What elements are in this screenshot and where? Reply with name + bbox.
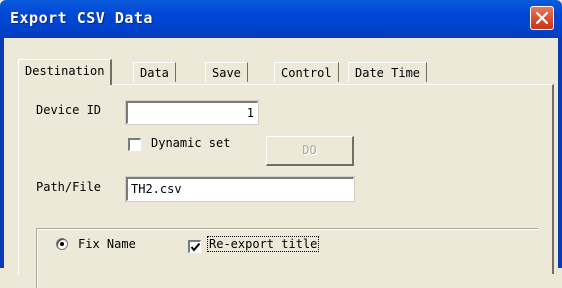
device-id-field[interactable]: 1 <box>125 100 259 125</box>
fix-name-label: Fix Name <box>78 237 136 251</box>
tab-save[interactable]: Save <box>205 62 248 82</box>
checkmark-icon <box>190 242 201 252</box>
window-border-left <box>0 38 4 268</box>
tab-destination[interactable]: Destination <box>18 59 113 85</box>
title-bar: Export CSV Data <box>0 0 562 38</box>
close-icon <box>536 12 548 24</box>
path-file-input[interactable]: TH2.csv <box>125 176 355 202</box>
radio-selected-dot <box>60 242 64 246</box>
dynamic-set-checkbox[interactable] <box>128 138 141 151</box>
do-button[interactable]: DO <box>266 136 354 166</box>
dynamic-set-label: Dynamic set <box>151 136 231 150</box>
device-id-label: Device ID <box>36 103 102 117</box>
reexport-title-label: Re-export title <box>207 236 320 252</box>
path-file-label: Path/File <box>36 180 102 194</box>
window-border-right <box>558 38 562 268</box>
tab-control[interactable]: Control <box>274 62 339 82</box>
fix-name-radio[interactable] <box>56 238 68 250</box>
reexport-title-checkbox[interactable] <box>188 240 201 253</box>
close-button[interactable] <box>530 6 554 30</box>
tab-date-time[interactable]: Date Time <box>348 62 428 82</box>
tab-data[interactable]: Data <box>133 62 176 82</box>
window-title: Export CSV Data <box>10 9 153 27</box>
